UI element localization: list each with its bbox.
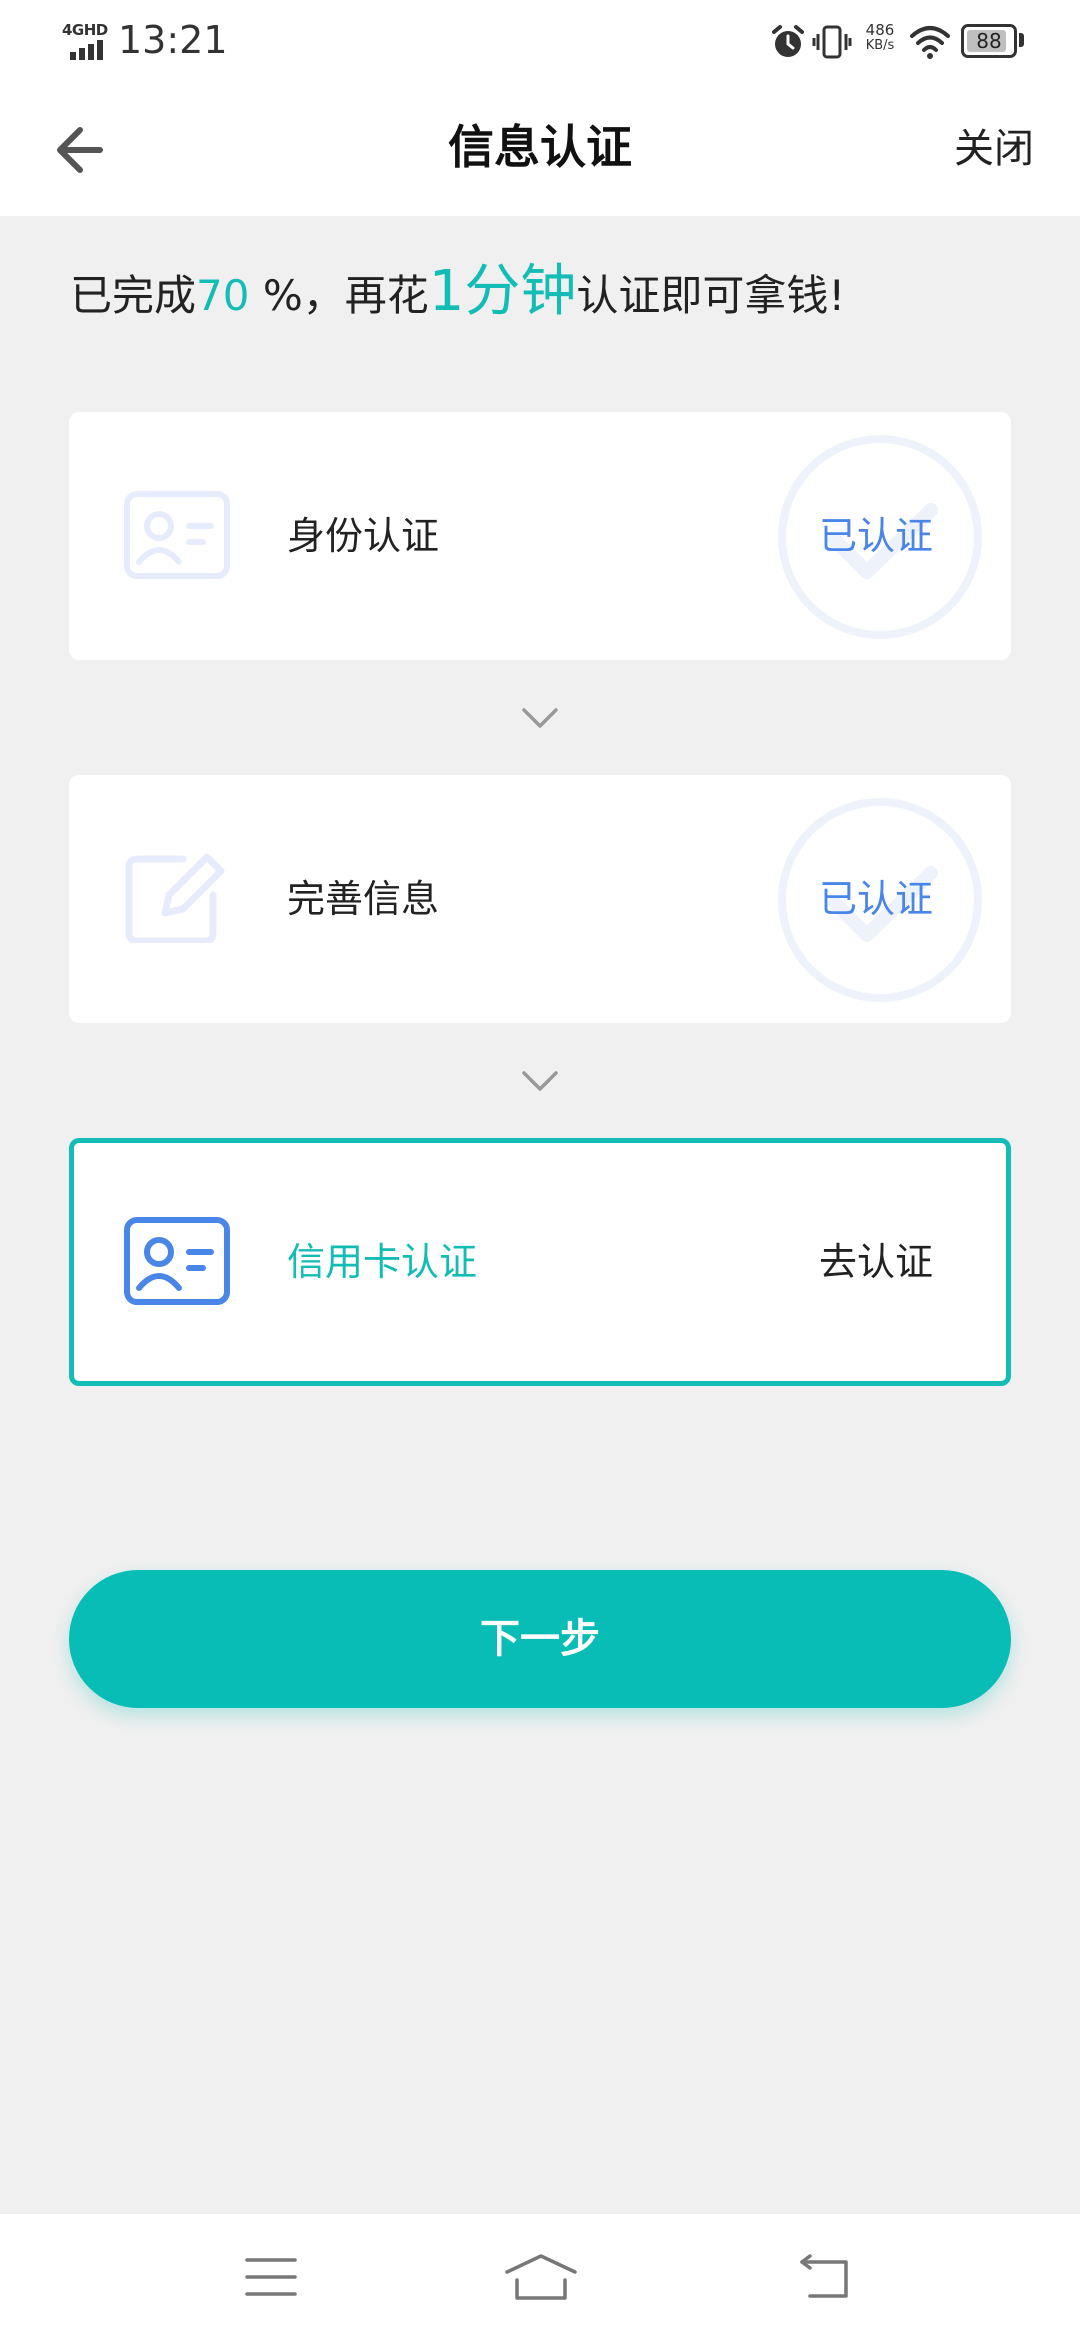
step-card-identity[interactable]: 身份认证 已认证 [69, 412, 1011, 660]
step-status: 已认证 [818, 877, 933, 921]
battery-level: 88 [976, 29, 1002, 53]
menu-icon [245, 2258, 297, 2296]
battery-nub [1019, 33, 1024, 47]
close-button[interactable]: 关闭 [954, 122, 1034, 176]
nav-bar: 信息认证 关闭 [0, 84, 1080, 216]
signal-icon [70, 40, 103, 60]
battery-icon: 88 [961, 24, 1017, 58]
progress-prefix: 已完成 [70, 271, 197, 320]
back-button[interactable] [50, 118, 114, 182]
edit-icon [125, 853, 225, 943]
menu-button[interactable] [241, 2252, 301, 2302]
arrow-left-icon [57, 127, 103, 173]
id-card-icon [124, 491, 230, 579]
step-label: 信用卡认证 [287, 1240, 478, 1284]
wifi-icon [910, 26, 950, 59]
status-bar: 4GHD 13:21 486 KB/s 88 [0, 0, 1080, 84]
page-title: 信息认证 [448, 120, 632, 174]
step-label: 完善信息 [287, 877, 440, 921]
speed-value: 486 [865, 21, 895, 39]
progress-percent: 70 [196, 271, 250, 320]
signal-block: 4GHD [62, 21, 110, 60]
progress-middle: %，再花 [249, 271, 429, 320]
home-button[interactable] [503, 2252, 579, 2302]
progress-suffix: 认证即可拿钱! [576, 271, 846, 320]
network-speed: 486 KB/s [860, 22, 900, 54]
alarm-icon [772, 25, 804, 57]
next-step-button[interactable]: 下一步 [69, 1570, 1011, 1708]
progress-duration: 1分钟 [428, 259, 577, 324]
vibrate-icon [812, 25, 852, 59]
back-icon [800, 2254, 848, 2298]
clock: 13:21 [118, 18, 228, 62]
chevron-down-icon [522, 1071, 558, 1091]
step-status: 已认证 [818, 514, 933, 558]
speed-unit: KB/s [865, 38, 895, 53]
step-card-info[interactable]: 完善信息 已认证 [69, 775, 1011, 1023]
go-verify-link[interactable]: 去认证 [819, 1232, 933, 1292]
network-type: 4GHD [62, 21, 108, 39]
progress-message: 已完成70 %，再花1分钟认证即可拿钱! [70, 252, 845, 332]
step-card-credit[interactable]: 信用卡认证 去认证 [69, 1138, 1011, 1386]
home-icon [505, 2254, 577, 2300]
step-label: 身份认证 [287, 514, 440, 558]
system-back-button[interactable] [796, 2252, 856, 2302]
system-nav-bar [0, 2214, 1080, 2340]
id-card-icon [124, 1217, 230, 1305]
chevron-down-icon [522, 708, 558, 728]
